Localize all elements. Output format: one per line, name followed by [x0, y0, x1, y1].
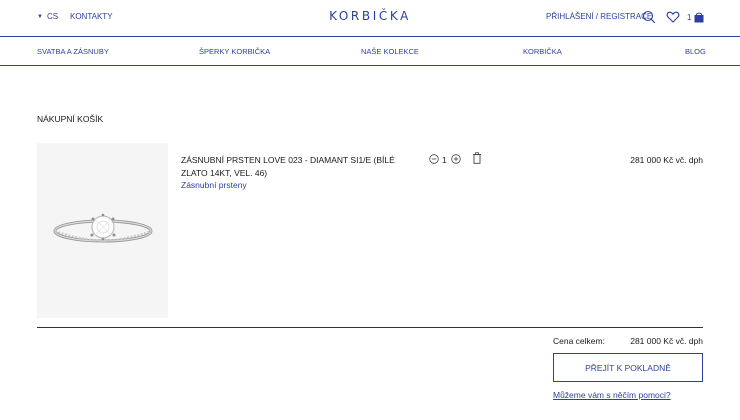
nav-wedding-engagement[interactable]: SVATBA A ZÁSNUBY — [37, 47, 109, 56]
product-category-link[interactable]: Zásnubní prsteny — [181, 180, 247, 190]
cart-icon[interactable] — [692, 10, 706, 24]
cart-count: 1 — [687, 13, 692, 22]
nav-our-collection[interactable]: NAŠE KOLEKCE — [361, 47, 419, 56]
plus-circle-icon[interactable] — [451, 154, 461, 164]
login-link[interactable]: PŘIHLÁŠENÍ / REGISTRACE — [546, 12, 652, 21]
item-price: 281 000 Kč vč. dph — [630, 155, 703, 165]
product-image[interactable] — [37, 143, 168, 318]
divider — [37, 327, 703, 328]
heart-icon[interactable] — [666, 10, 680, 24]
trash-icon[interactable] — [472, 152, 482, 164]
quantity-value: 1 — [442, 155, 447, 165]
help-link[interactable]: Můžeme vám s něčím pomoci? — [553, 390, 671, 400]
minus-circle-icon[interactable] — [429, 154, 439, 164]
page-title: NÁKUPNÍ KOŠÍK — [37, 114, 104, 124]
checkout-button[interactable]: PŘEJÍT K POKLADNĚ — [553, 353, 703, 382]
total-value: 281 000 Kč vč. dph — [630, 336, 703, 346]
nav-korbicka[interactable]: KORBIČKA — [523, 47, 562, 56]
product-name[interactable]: ZÁSNUBNÍ PRSTEN LOVE 023 - DIAMANT SI1/E… — [181, 154, 421, 180]
top-bar: ▼ CS KONTAKTY KORBIČKA PŘIHLÁŠENÍ / REGI… — [0, 0, 740, 36]
total-label: Cena celkem: — [553, 336, 605, 346]
main-navigation: SVATBA A ZÁSNUBY ŠPERKY KORBIČKA NAŠE KO… — [0, 36, 740, 66]
search-icon[interactable] — [642, 10, 656, 24]
nav-jewelry-korbicka[interactable]: ŠPERKY KORBIČKA — [199, 47, 270, 56]
nav-blog[interactable]: BLOG — [685, 47, 706, 56]
